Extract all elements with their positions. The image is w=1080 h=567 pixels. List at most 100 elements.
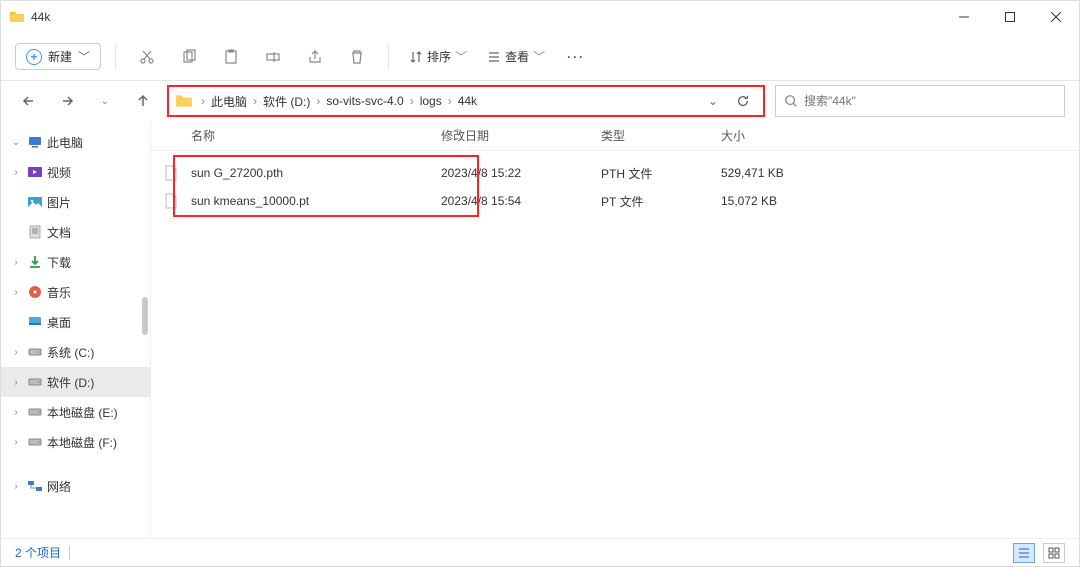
- sidebar-item-label: 本地磁盘 (F:): [47, 434, 117, 451]
- rename-button[interactable]: [256, 40, 290, 74]
- share-button[interactable]: [298, 40, 332, 74]
- column-size[interactable]: 大小: [721, 127, 841, 144]
- chevron-right-icon: ›: [446, 94, 454, 108]
- breadcrumb[interactable]: › 此电脑 › 软件 (D:) › so-vits-svc-4.0 › logs…: [167, 85, 765, 117]
- crumb-3[interactable]: logs: [418, 92, 444, 110]
- chevron-icon: ›: [9, 287, 23, 298]
- search-input[interactable]: [804, 94, 1056, 108]
- chevron-icon: ⌄: [9, 137, 23, 148]
- file-list: sun G_27200.pth2023/4/8 15:22PTH 文件529,4…: [151, 151, 1079, 538]
- sidebar-item-label: 文档: [47, 224, 71, 241]
- search-box[interactable]: [775, 85, 1065, 117]
- new-button[interactable]: + 新建 ﹀: [15, 43, 101, 70]
- copy-button[interactable]: [172, 40, 206, 74]
- sidebar-item-8[interactable]: ›软件 (D:): [1, 367, 150, 397]
- file-name: sun G_27200.pth: [191, 166, 441, 180]
- view-details-button[interactable]: [1013, 543, 1035, 563]
- cut-button[interactable]: [130, 40, 164, 74]
- sidebar-item-2[interactable]: 图片: [1, 187, 150, 217]
- sort-indicator-icon: ︿: [453, 121, 462, 134]
- view-label: 查看: [505, 48, 529, 65]
- crumb-1[interactable]: 软件 (D:): [261, 91, 312, 112]
- item-count: 2 个项目: [15, 544, 61, 561]
- ribbon: + 新建 ﹀ 排序 ﹀ 查看 ﹀ ···: [1, 33, 1079, 81]
- chevron-icon: ›: [9, 481, 23, 492]
- chevron-icon: ›: [9, 347, 23, 358]
- back-button[interactable]: [15, 87, 43, 115]
- video-icon: [27, 164, 43, 180]
- content-pane: ︿ 名称 修改日期 类型 大小 sun G_27200.pth2023/4/8 …: [151, 121, 1079, 538]
- net-icon: [27, 478, 43, 494]
- sort-button[interactable]: 排序 ﹀: [403, 44, 473, 69]
- recent-button[interactable]: ⌄: [91, 87, 119, 115]
- column-date[interactable]: 修改日期: [441, 127, 601, 144]
- sidebar-item-label: 本地磁盘 (E:): [47, 404, 118, 421]
- titlebar: 44k: [1, 1, 1079, 33]
- sidebar-item-3[interactable]: 文档: [1, 217, 150, 247]
- file-size: 529,471 KB: [721, 166, 841, 180]
- window-title: 44k: [31, 10, 50, 24]
- pic-icon: [27, 194, 43, 210]
- file-icon: [151, 165, 191, 181]
- sidebar-item-0[interactable]: ⌄此电脑: [1, 127, 150, 157]
- column-header: ︿ 名称 修改日期 类型 大小: [151, 121, 1079, 151]
- chevron-down-icon: ﹀: [455, 48, 467, 65]
- file-row-0[interactable]: sun G_27200.pth2023/4/8 15:22PTH 文件529,4…: [151, 159, 1079, 187]
- forward-button[interactable]: [53, 87, 81, 115]
- maximize-button[interactable]: [987, 1, 1033, 33]
- new-button-label: 新建: [48, 48, 72, 65]
- sidebar-item-10[interactable]: ›本地磁盘 (F:): [1, 427, 150, 457]
- sidebar-item-9[interactable]: › 本地磁盘 (E:): [1, 397, 150, 427]
- paste-button[interactable]: [214, 40, 248, 74]
- file-row-1[interactable]: sun kmeans_10000.pt2023/4/8 15:54PT 文件15…: [151, 187, 1079, 215]
- sidebar-item-4[interactable]: › 下载: [1, 247, 150, 277]
- delete-button[interactable]: [340, 40, 374, 74]
- sort-label: 排序: [427, 48, 451, 65]
- sidebar-item-7[interactable]: ›系统 (C:): [1, 337, 150, 367]
- view-button[interactable]: 查看 ﹀: [481, 44, 551, 69]
- sidebar-item-label: 视频: [47, 164, 71, 181]
- chevron-icon: ›: [9, 257, 23, 268]
- chevron-right-icon: ›: [251, 94, 259, 108]
- sidebar-item-5[interactable]: › 音乐: [1, 277, 150, 307]
- file-size: 15,072 KB: [721, 194, 841, 208]
- folder-icon: [9, 9, 25, 25]
- close-button[interactable]: [1033, 1, 1079, 33]
- sidebar-item-label: 音乐: [47, 284, 71, 301]
- file-type: PTH 文件: [601, 165, 721, 182]
- sidebar-item-label: 下载: [47, 254, 71, 271]
- chevron-icon: ›: [9, 407, 23, 418]
- drive-icon: [27, 344, 43, 360]
- scrollbar-thumb[interactable]: [142, 297, 148, 335]
- folder-icon: [175, 92, 193, 110]
- sidebar-item-1[interactable]: ›视频: [1, 157, 150, 187]
- view-large-button[interactable]: [1043, 543, 1065, 563]
- desk-icon: [27, 314, 43, 330]
- file-icon: [151, 193, 191, 209]
- column-type[interactable]: 类型: [601, 127, 721, 144]
- sidebar-item-6[interactable]: 桌面: [1, 307, 150, 337]
- refresh-button[interactable]: [729, 87, 757, 115]
- sidebar-item-11[interactable]: ›网络: [1, 471, 150, 501]
- crumb-0[interactable]: 此电脑: [209, 91, 249, 112]
- up-button[interactable]: [129, 87, 157, 115]
- plus-icon: +: [26, 49, 42, 65]
- column-name[interactable]: 名称: [151, 127, 441, 144]
- chevron-right-icon: ›: [408, 94, 416, 108]
- file-type: PT 文件: [601, 193, 721, 210]
- main-area: ⌄此电脑›视频图片文档›下载›音乐桌面›系统 (C:)›软件 (D:)›本地磁盘…: [1, 121, 1079, 538]
- search-icon: [784, 94, 798, 108]
- dl-icon: [27, 254, 43, 270]
- crumb-2[interactable]: so-vits-svc-4.0: [324, 92, 405, 110]
- drive-icon: [27, 434, 43, 450]
- file-date: 2023/4/8 15:22: [441, 166, 601, 180]
- crumb-4[interactable]: 44k: [456, 92, 479, 110]
- address-dropdown[interactable]: ⌄: [699, 87, 727, 115]
- drive-icon: [27, 374, 43, 390]
- chevron-right-icon: ›: [314, 94, 322, 108]
- minimize-button[interactable]: [941, 1, 987, 33]
- status-bar: 2 个项目: [1, 538, 1079, 566]
- chevron-down-icon: ﹀: [533, 48, 545, 65]
- more-button[interactable]: ···: [559, 40, 593, 74]
- sidebar-item-label: 桌面: [47, 314, 71, 331]
